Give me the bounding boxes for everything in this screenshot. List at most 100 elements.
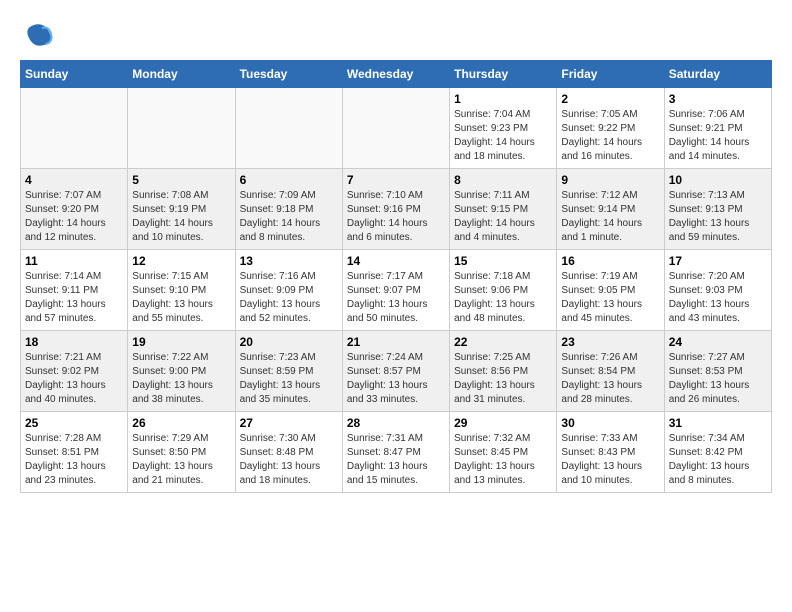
day-number: 4 bbox=[25, 173, 123, 187]
day-info: Sunrise: 7:23 AM Sunset: 8:59 PM Dayligh… bbox=[240, 351, 338, 407]
day-number: 11 bbox=[25, 254, 123, 268]
day-info: Sunrise: 7:15 AM Sunset: 9:10 PM Dayligh… bbox=[132, 270, 230, 326]
day-info: Sunrise: 7:12 AM Sunset: 9:14 PM Dayligh… bbox=[561, 189, 659, 245]
calendar-cell: 2 Sunrise: 7:05 AM Sunset: 9:22 PM Daylig… bbox=[557, 88, 664, 169]
calendar-cell: 12 Sunrise: 7:15 AM Sunset: 9:10 PM Dayli… bbox=[128, 250, 235, 331]
day-info: Sunrise: 7:14 AM Sunset: 9:11 PM Dayligh… bbox=[25, 270, 123, 326]
calendar-cell: 4Sunrise: 7:07 AM Sunset: 9:20 PM Daylig… bbox=[21, 169, 128, 250]
day-info: Sunrise: 7:05 AM Sunset: 9:22 PM Dayligh… bbox=[561, 108, 659, 164]
calendar-week-row: 11 Sunrise: 7:14 AM Sunset: 9:11 PM Dayli… bbox=[21, 250, 772, 331]
calendar-body: 1 Sunrise: 7:04 AM Sunset: 9:23 PM Daylig… bbox=[21, 88, 772, 493]
day-info: Sunrise: 7:29 AM Sunset: 8:50 PM Dayligh… bbox=[132, 432, 230, 488]
day-number: 5 bbox=[132, 173, 230, 187]
calendar-cell: 14 Sunrise: 7:17 AM Sunset: 9:07 PM Dayli… bbox=[342, 250, 449, 331]
calendar-table: Sunday Monday Tuesday Wednesday Thursday… bbox=[20, 60, 772, 493]
calendar-cell bbox=[128, 88, 235, 169]
day-number: 25 bbox=[25, 416, 123, 430]
day-info: Sunrise: 7:08 AM Sunset: 9:19 PM Dayligh… bbox=[132, 189, 230, 245]
day-number: 3 bbox=[669, 92, 767, 106]
calendar-cell: 20Sunrise: 7:23 AM Sunset: 8:59 PM Dayli… bbox=[235, 331, 342, 412]
calendar-cell: 29Sunrise: 7:32 AM Sunset: 8:45 PM Dayli… bbox=[450, 412, 557, 493]
day-info: Sunrise: 7:20 AM Sunset: 9:03 PM Dayligh… bbox=[669, 270, 767, 326]
day-info: Sunrise: 7:16 AM Sunset: 9:09 PM Dayligh… bbox=[240, 270, 338, 326]
day-info: Sunrise: 7:28 AM Sunset: 8:51 PM Dayligh… bbox=[25, 432, 123, 488]
day-number: 23 bbox=[561, 335, 659, 349]
day-number: 10 bbox=[669, 173, 767, 187]
calendar-week-row: 1 Sunrise: 7:04 AM Sunset: 9:23 PM Daylig… bbox=[21, 88, 772, 169]
day-info: Sunrise: 7:26 AM Sunset: 8:54 PM Dayligh… bbox=[561, 351, 659, 407]
col-wednesday: Wednesday bbox=[342, 61, 449, 88]
day-number: 19 bbox=[132, 335, 230, 349]
calendar-cell: 27Sunrise: 7:30 AM Sunset: 8:48 PM Dayli… bbox=[235, 412, 342, 493]
col-saturday: Saturday bbox=[664, 61, 771, 88]
day-info: Sunrise: 7:06 AM Sunset: 9:21 PM Dayligh… bbox=[669, 108, 767, 164]
col-tuesday: Tuesday bbox=[235, 61, 342, 88]
day-number: 30 bbox=[561, 416, 659, 430]
calendar-cell: 18 Sunrise: 7:21 AM Sunset: 9:02 PM Dayli… bbox=[21, 331, 128, 412]
logo-icon bbox=[24, 20, 54, 50]
calendar-cell: 21 Sunrise: 7:24 AM Sunset: 8:57 PM Dayli… bbox=[342, 331, 449, 412]
day-number: 14 bbox=[347, 254, 445, 268]
calendar-cell: 3 Sunrise: 7:06 AM Sunset: 9:21 PM Daylig… bbox=[664, 88, 771, 169]
day-info: Sunrise: 7:31 AM Sunset: 8:47 PM Dayligh… bbox=[347, 432, 445, 488]
calendar-cell: 24 Sunrise: 7:27 AM Sunset: 8:53 PM Dayli… bbox=[664, 331, 771, 412]
calendar-cell: 1 Sunrise: 7:04 AM Sunset: 9:23 PM Daylig… bbox=[450, 88, 557, 169]
day-info: Sunrise: 7:09 AM Sunset: 9:18 PM Dayligh… bbox=[240, 189, 338, 245]
calendar-cell: 26 Sunrise: 7:29 AM Sunset: 8:50 PM Dayli… bbox=[128, 412, 235, 493]
calendar-week-row: 25 Sunrise: 7:28 AM Sunset: 8:51 PM Dayli… bbox=[21, 412, 772, 493]
day-info: Sunrise: 7:27 AM Sunset: 8:53 PM Dayligh… bbox=[669, 351, 767, 407]
day-info: Sunrise: 7:04 AM Sunset: 9:23 PM Dayligh… bbox=[454, 108, 552, 164]
calendar-cell: 23 Sunrise: 7:26 AM Sunset: 8:54 PM Dayli… bbox=[557, 331, 664, 412]
day-info: Sunrise: 7:18 AM Sunset: 9:06 PM Dayligh… bbox=[454, 270, 552, 326]
day-number: 2 bbox=[561, 92, 659, 106]
day-info: Sunrise: 7:33 AM Sunset: 8:43 PM Dayligh… bbox=[561, 432, 659, 488]
day-number: 9 bbox=[561, 173, 659, 187]
day-info: Sunrise: 7:21 AM Sunset: 9:02 PM Dayligh… bbox=[25, 351, 123, 407]
day-number: 22 bbox=[454, 335, 552, 349]
day-number: 28 bbox=[347, 416, 445, 430]
calendar-cell bbox=[342, 88, 449, 169]
day-number: 13 bbox=[240, 254, 338, 268]
calendar-cell: 15Sunrise: 7:18 AM Sunset: 9:06 PM Dayli… bbox=[450, 250, 557, 331]
day-info: Sunrise: 7:24 AM Sunset: 8:57 PM Dayligh… bbox=[347, 351, 445, 407]
day-number: 8 bbox=[454, 173, 552, 187]
calendar-cell: 10 Sunrise: 7:13 AM Sunset: 9:13 PM Dayli… bbox=[664, 169, 771, 250]
calendar-cell: 19 Sunrise: 7:22 AM Sunset: 9:00 PM Dayli… bbox=[128, 331, 235, 412]
col-sunday: Sunday bbox=[21, 61, 128, 88]
day-number: 27 bbox=[240, 416, 338, 430]
day-info: Sunrise: 7:13 AM Sunset: 9:13 PM Dayligh… bbox=[669, 189, 767, 245]
calendar-week-row: 4Sunrise: 7:07 AM Sunset: 9:20 PM Daylig… bbox=[21, 169, 772, 250]
day-number: 7 bbox=[347, 173, 445, 187]
day-number: 26 bbox=[132, 416, 230, 430]
day-info: Sunrise: 7:11 AM Sunset: 9:15 PM Dayligh… bbox=[454, 189, 552, 245]
day-info: Sunrise: 7:34 AM Sunset: 8:42 PM Dayligh… bbox=[669, 432, 767, 488]
calendar-header: Sunday Monday Tuesday Wednesday Thursday… bbox=[21, 61, 772, 88]
calendar-cell: 16 Sunrise: 7:19 AM Sunset: 9:05 PM Dayli… bbox=[557, 250, 664, 331]
day-number: 12 bbox=[132, 254, 230, 268]
col-thursday: Thursday bbox=[450, 61, 557, 88]
day-info: Sunrise: 7:19 AM Sunset: 9:05 PM Dayligh… bbox=[561, 270, 659, 326]
day-number: 31 bbox=[669, 416, 767, 430]
logo bbox=[20, 20, 54, 50]
day-number: 6 bbox=[240, 173, 338, 187]
calendar-cell: 25 Sunrise: 7:28 AM Sunset: 8:51 PM Dayli… bbox=[21, 412, 128, 493]
day-number: 1 bbox=[454, 92, 552, 106]
col-friday: Friday bbox=[557, 61, 664, 88]
calendar-cell: 8 Sunrise: 7:11 AM Sunset: 9:15 PM Daylig… bbox=[450, 169, 557, 250]
day-number: 18 bbox=[25, 335, 123, 349]
calendar-cell: 5 Sunrise: 7:08 AM Sunset: 9:19 PM Daylig… bbox=[128, 169, 235, 250]
day-info: Sunrise: 7:22 AM Sunset: 9:00 PM Dayligh… bbox=[132, 351, 230, 407]
day-number: 29 bbox=[454, 416, 552, 430]
day-info: Sunrise: 7:17 AM Sunset: 9:07 PM Dayligh… bbox=[347, 270, 445, 326]
day-number: 16 bbox=[561, 254, 659, 268]
calendar-cell: 6 Sunrise: 7:09 AM Sunset: 9:18 PM Daylig… bbox=[235, 169, 342, 250]
calendar-week-row: 18 Sunrise: 7:21 AM Sunset: 9:02 PM Dayli… bbox=[21, 331, 772, 412]
day-number: 24 bbox=[669, 335, 767, 349]
calendar-cell: 22Sunrise: 7:25 AM Sunset: 8:56 PM Dayli… bbox=[450, 331, 557, 412]
calendar-cell bbox=[235, 88, 342, 169]
calendar-cell: 31 Sunrise: 7:34 AM Sunset: 8:42 PM Dayli… bbox=[664, 412, 771, 493]
day-info: Sunrise: 7:10 AM Sunset: 9:16 PM Dayligh… bbox=[347, 189, 445, 245]
calendar-cell: 9 Sunrise: 7:12 AM Sunset: 9:14 PM Daylig… bbox=[557, 169, 664, 250]
page-header bbox=[20, 20, 772, 50]
day-number: 21 bbox=[347, 335, 445, 349]
